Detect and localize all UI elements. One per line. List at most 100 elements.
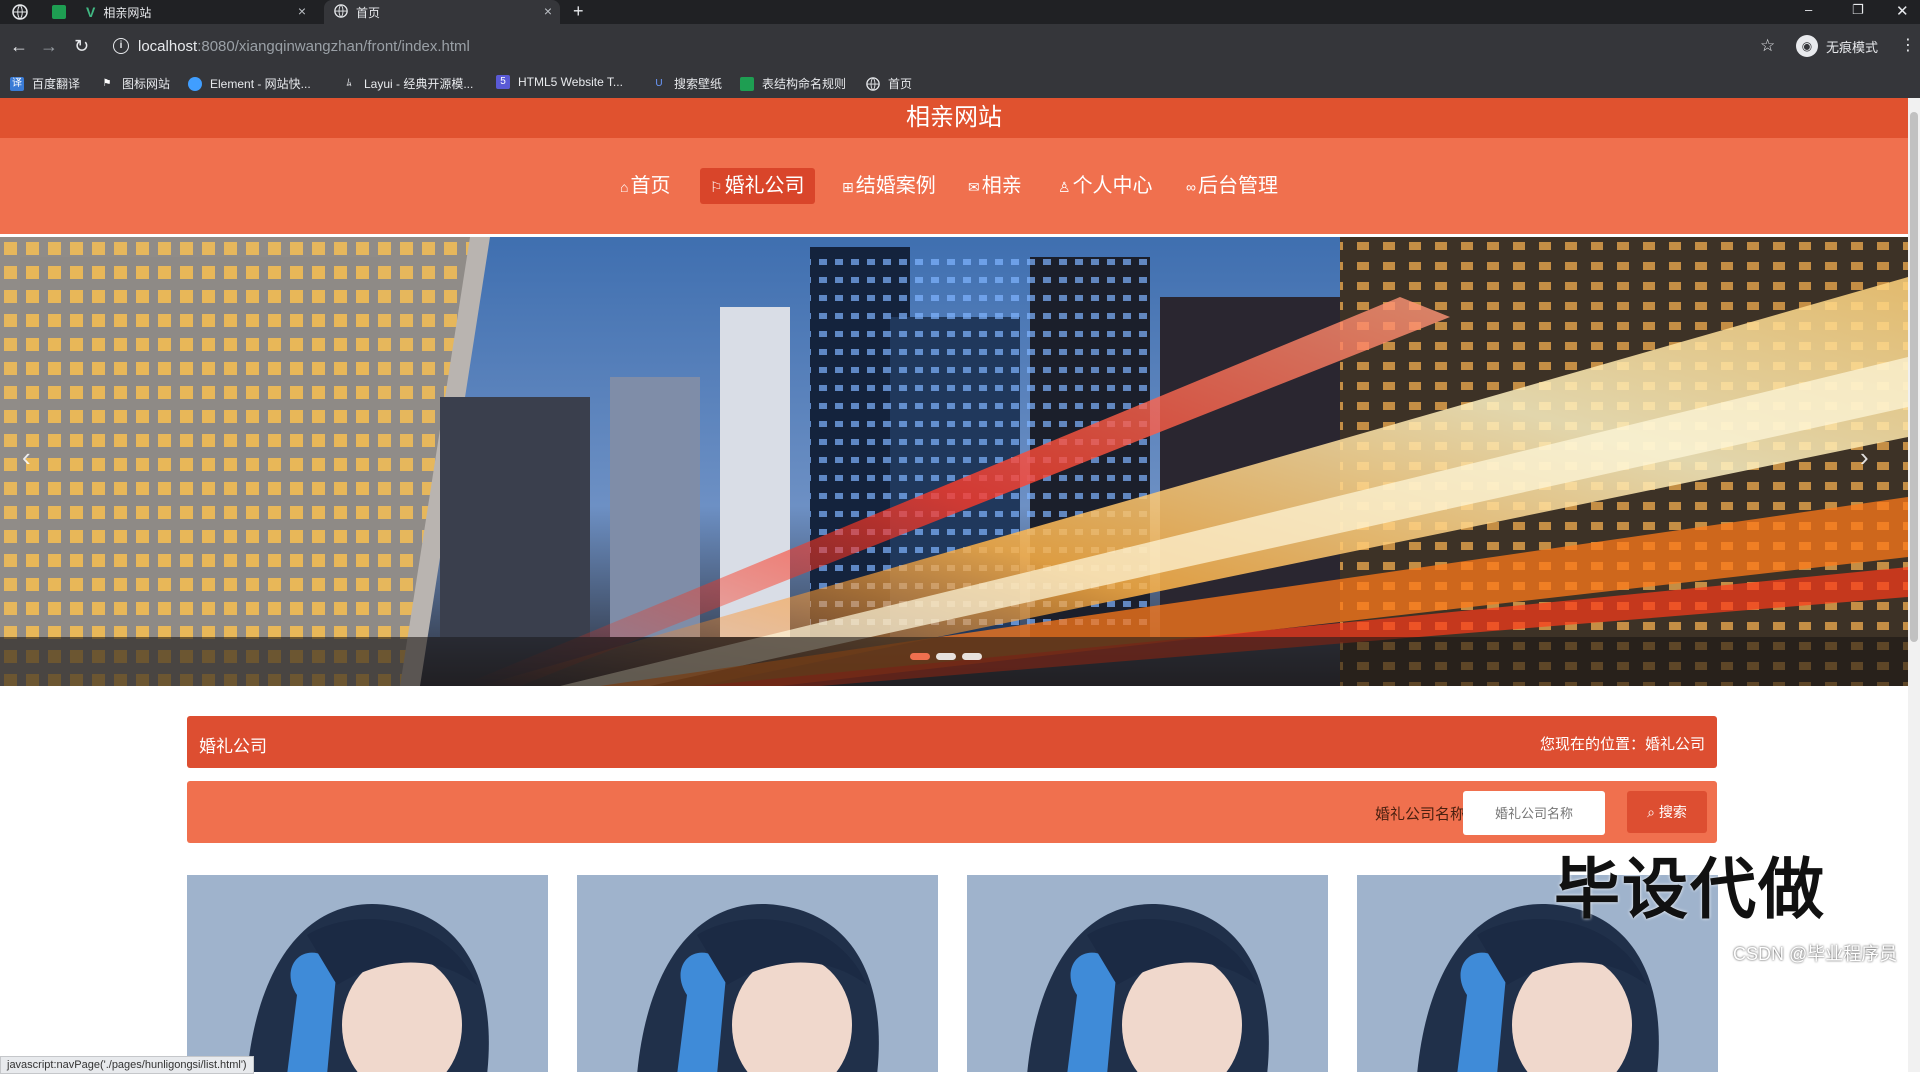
app-tab-icon[interactable] [52, 0, 76, 24]
nav-label: 首页 [630, 175, 671, 197]
bookmark-item[interactable]: U 搜索壁纸 [652, 75, 722, 92]
nav-wedding-cases[interactable]: ⊞ 结婚案例 [832, 168, 946, 204]
bookmark-item[interactable]: Element - 网站快... [188, 75, 311, 92]
vue-icon: V [86, 4, 96, 20]
bookmark-label: Layui - 经典开源模... [364, 77, 474, 91]
layui-icon: ﾑ [346, 77, 352, 89]
bookmark-label: 百度翻译 [32, 77, 81, 91]
element-icon [188, 76, 202, 91]
search-button[interactable]: ⌕ 搜索 [1627, 791, 1707, 833]
bookmark-label: 表结构命名规则 [762, 77, 847, 91]
globe-icon[interactable] [12, 0, 36, 24]
globe-icon [334, 3, 348, 21]
nav-blind-date[interactable]: ✉ 相亲 [958, 168, 1032, 204]
search-button-label: 搜索 [1658, 804, 1687, 820]
address-bar-row: ← → ↻ i localhost:8080/xiangqinwangzhan/… [0, 24, 1920, 68]
status-url: javascript:navPage('./pages/hunligongsi/… [0, 1056, 254, 1074]
city-light-trails-image [0, 237, 1908, 686]
url-host: localhost [138, 38, 198, 55]
close-tab-icon[interactable]: × [544, 3, 552, 19]
breadcrumb: 您现在的位置：婚礼公司 [1539, 736, 1705, 753]
incognito-icon: ◉ [1796, 35, 1818, 57]
bookmark-item[interactable]: 译百度翻译 [10, 75, 80, 92]
back-icon[interactable]: ← [10, 36, 28, 56]
bookmark-label: 搜索壁纸 [674, 77, 723, 91]
url-field[interactable]: localhost:8080/xiangqinwangzhan/front/in… [138, 38, 470, 55]
nav-label: 相亲 [981, 175, 1022, 197]
forward-icon[interactable]: → [40, 36, 58, 56]
section-header: 婚礼公司 您现在的位置：婚礼公司 [187, 716, 1717, 768]
bookmarks-bar: 译百度翻译 ⚑ 图标网站 Element - 网站快... ﾑ Layui - 经典… [0, 68, 1920, 99]
bookmark-star-icon[interactable]: ☆ [1760, 36, 1775, 56]
bookmark-item[interactable]: ﾑ Layui - 经典开源模... [342, 75, 474, 92]
bookmark-item[interactable]: 首页 [866, 75, 912, 92]
sheet-icon [740, 76, 754, 91]
url-path: :8080/xiangqinwangzhan/front/index.html [197, 38, 470, 55]
wallpaper-icon: U [655, 77, 663, 89]
bookmark-item[interactable]: 5 HTML5 Website T... [496, 75, 623, 89]
carousel-dot[interactable] [910, 653, 930, 660]
flag-icon: ⚐ [710, 179, 723, 195]
carousel-dot[interactable] [962, 653, 982, 660]
avatar-image [187, 875, 548, 1072]
html5-icon: 5 [496, 75, 510, 89]
watermark-text: 毕设代做 [1554, 852, 1826, 926]
new-tab-button[interactable]: + [573, 1, 584, 22]
avatar-image [967, 875, 1328, 1072]
browser-tab-strip: V 相亲网站 × 首页 × + – ❐ ✕ [0, 0, 1920, 24]
nav-label: 婚礼公司 [724, 175, 805, 197]
incognito-indicator[interactable]: ◉ 无痕模式 [1796, 35, 1878, 57]
hero-carousel[interactable]: ‹ › [0, 237, 1908, 686]
bookmark-item[interactable]: ⚑ 图标网站 [100, 75, 171, 92]
menu-icon[interactable]: ⋮ [1900, 35, 1916, 55]
nav-label: 结婚案例 [855, 175, 936, 197]
company-card[interactable] [577, 875, 938, 1072]
nav-wedding-company[interactable]: ⚐ 婚礼公司 [700, 168, 815, 204]
carousel-dot[interactable] [936, 653, 956, 660]
search-input[interactable] [1463, 791, 1605, 835]
link-icon: ∞ [1186, 179, 1196, 195]
restore-icon[interactable]: ❐ [1852, 2, 1864, 18]
search-bar: 婚礼公司名称 ⌕ 搜索 [187, 781, 1717, 843]
bookmark-item[interactable]: 表结构命名规则 [740, 75, 846, 92]
scrollbar-thumb[interactable] [1910, 112, 1918, 642]
close-window-icon[interactable]: ✕ [1896, 2, 1909, 20]
section-title: 婚礼公司 [199, 737, 267, 756]
bookmark-label: Element - 网站快... [210, 77, 311, 91]
user-icon: ♙ [1058, 179, 1071, 195]
csdn-credit: CSDN @毕业程序员 [1733, 944, 1898, 964]
carousel-indicators [910, 653, 982, 660]
close-tab-icon[interactable]: × [298, 3, 306, 19]
mail-icon: ✉ [968, 179, 980, 195]
reload-icon[interactable]: ↻ [74, 36, 89, 56]
bookmark-label: 首页 [888, 77, 913, 91]
tab-title: 相亲网站 [103, 5, 152, 20]
carousel-prev-icon[interactable]: ‹ [22, 442, 31, 473]
translate-icon: 译 [10, 76, 24, 91]
site-title: 相亲网站 [0, 98, 1908, 138]
bookmark-label: 图标网站 [122, 77, 171, 91]
incognito-label: 无痕模式 [1826, 39, 1879, 55]
gift-icon: ⊞ [842, 179, 854, 195]
search-icon: ⌕ [1647, 804, 1655, 820]
search-label: 婚礼公司名称 [1374, 806, 1465, 823]
nav-admin[interactable]: ∞ 后台管理 [1176, 168, 1288, 204]
company-card[interactable] [967, 875, 1328, 1072]
globe-icon [866, 76, 880, 91]
info-icon[interactable]: i [113, 38, 129, 54]
tab-xiangqin[interactable]: V 相亲网站 × [86, 0, 314, 24]
home-icon: ⌂ [620, 179, 629, 195]
nav-home[interactable]: ⌂ 首页 [610, 168, 680, 204]
carousel-next-icon[interactable]: › [1860, 442, 1869, 473]
main-nav: ⌂ 首页 ⚐ 婚礼公司 ⊞ 结婚案例 ✉ 相亲 ♙ 个人中心 ∞ 后台管理 [0, 138, 1908, 234]
bookmark-label: HTML5 Website T... [518, 75, 623, 89]
nav-label: 个人中心 [1072, 175, 1153, 197]
tab-title: 首页 [356, 5, 381, 20]
flag-icon: ⚑ [102, 77, 112, 89]
tab-home[interactable]: 首页 × [324, 0, 560, 24]
minimize-icon[interactable]: – [1805, 2, 1812, 17]
nav-label: 后台管理 [1197, 175, 1278, 197]
nav-personal-center[interactable]: ♙ 个人中心 [1048, 168, 1163, 204]
avatar-image [577, 875, 938, 1072]
company-card[interactable] [187, 875, 548, 1072]
